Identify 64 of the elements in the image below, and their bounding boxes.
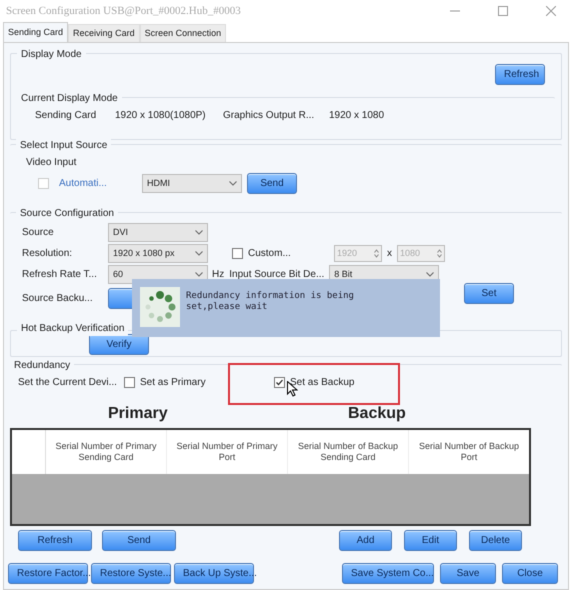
checkbox[interactable] [232, 248, 243, 259]
chevron-down-icon [195, 272, 203, 277]
column-header: Serial Number of Backup Port [418, 440, 520, 464]
label: Hz [212, 268, 224, 282]
send-button[interactable]: Send [247, 173, 297, 194]
tab[interactable]: Sending Card [3, 22, 68, 42]
button[interactable]: Send [102, 530, 176, 551]
label: 1920 x 1080 [329, 109, 386, 123]
label: Graphics Output R... [223, 109, 316, 123]
button[interactable]: Save [440, 563, 496, 584]
verify-button[interactable]: Verify [89, 334, 149, 355]
button[interactable]: Close [502, 563, 558, 584]
chevron-down-icon [229, 181, 237, 186]
refresh-button[interactable]: Refresh [495, 64, 545, 85]
button[interactable]: Save System Co... [342, 563, 434, 584]
maximize-icon[interactable] [498, 6, 508, 16]
spinner-icon [437, 249, 442, 258]
label: Automati... [59, 177, 108, 191]
chevron-down-icon [195, 230, 203, 235]
label: Set as Backup [290, 376, 354, 390]
window-title: Screen Configuration USB@Port_#0002.Hub_#0003 [6, 4, 242, 19]
checkbox[interactable] [274, 377, 285, 388]
checkbox[interactable] [38, 178, 49, 189]
button[interactable]: Refresh [18, 530, 92, 551]
group-title: Display Mode [21, 49, 82, 60]
close-icon[interactable] [546, 6, 556, 16]
label: Refresh Rate T... [22, 268, 98, 282]
column-header: Serial Number of Backup Sending Card [288, 430, 409, 474]
label: Resolution: [22, 247, 74, 261]
spinner-icon [374, 249, 379, 258]
button[interactable]: Add [339, 530, 392, 551]
checkbox[interactable] [124, 377, 135, 388]
section-heading: Backup [348, 404, 406, 424]
dropdown[interactable]: HDMI [142, 174, 242, 193]
label: Sending Card [35, 109, 98, 123]
chevron-down-icon [426, 272, 434, 277]
group-title: Source Configuration [20, 208, 114, 219]
tab[interactable]: Screen Connection [140, 24, 226, 42]
label: 1920 x 1080(1080P) [115, 109, 207, 123]
set-button[interactable]: Set [464, 283, 514, 304]
button[interactable]: Edit [404, 530, 457, 551]
button[interactable]: Restore Syste... [91, 563, 171, 584]
dialog-message: Redundancy information is being set,please wait [186, 290, 355, 313]
label: Video Input [25, 156, 78, 170]
dropdown[interactable]: 1920 x 1080 px [108, 244, 208, 263]
label: Set as Primary [140, 376, 206, 390]
section-heading: Primary [108, 404, 169, 424]
label: Source [22, 226, 55, 240]
group-title: Redundancy [14, 360, 70, 371]
group-title: Hot Backup Verification [21, 323, 124, 334]
label: Source Backu... [22, 292, 94, 306]
label: Custom... [248, 247, 292, 261]
label: Input Source Bit De... [229, 268, 326, 282]
column-header: Serial Number of Primary Port [167, 430, 288, 474]
button[interactable]: Delete [469, 530, 522, 551]
dropdown[interactable]: DVI [108, 223, 208, 242]
group-title: Current Display Mode [21, 93, 118, 104]
chevron-down-icon [195, 251, 203, 256]
tab[interactable]: Receiving Card [68, 24, 140, 42]
label: Set the Current Devi... [18, 376, 118, 390]
label: x [386, 247, 393, 261]
group-title: Select Input Source [20, 140, 108, 151]
spinner-icon [140, 287, 180, 327]
column-header: Serial Number of Primary Sending Card [46, 430, 167, 474]
